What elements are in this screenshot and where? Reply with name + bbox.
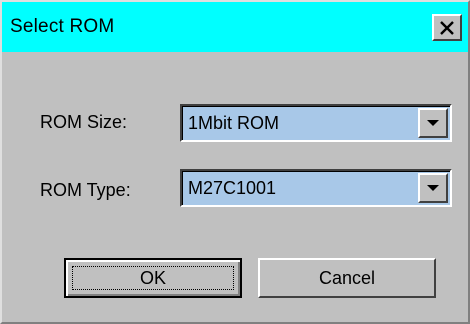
- rom-size-dropdown[interactable]: 1Mbit ROM: [180, 104, 452, 142]
- select-rom-dialog: Select ROM ROM Size: 1Mbit ROM ROM Type:…: [0, 0, 470, 324]
- rom-type-value: M27C1001: [188, 178, 277, 198]
- title-bar[interactable]: Select ROM: [2, 2, 468, 52]
- close-button[interactable]: [432, 14, 462, 41]
- rom-type-dropdown[interactable]: M27C1001: [180, 169, 452, 207]
- rom-size-label: ROM Size:: [40, 112, 128, 132]
- cancel-button[interactable]: Cancel: [258, 258, 436, 298]
- dialog-title: Select ROM: [10, 16, 115, 37]
- ok-button[interactable]: OK: [64, 258, 242, 298]
- chevron-down-icon: [427, 120, 439, 126]
- ok-button-label: OK: [139, 267, 166, 288]
- cancel-button-label: Cancel: [318, 267, 376, 288]
- rom-size-value: 1Mbit ROM: [188, 113, 280, 133]
- rom-type-label: ROM Type:: [40, 180, 131, 200]
- rom-size-dropdown-button[interactable]: [418, 108, 448, 138]
- rom-type-dropdown-button[interactable]: [418, 173, 448, 203]
- close-x-icon: [440, 20, 454, 35]
- chevron-down-icon: [427, 185, 439, 191]
